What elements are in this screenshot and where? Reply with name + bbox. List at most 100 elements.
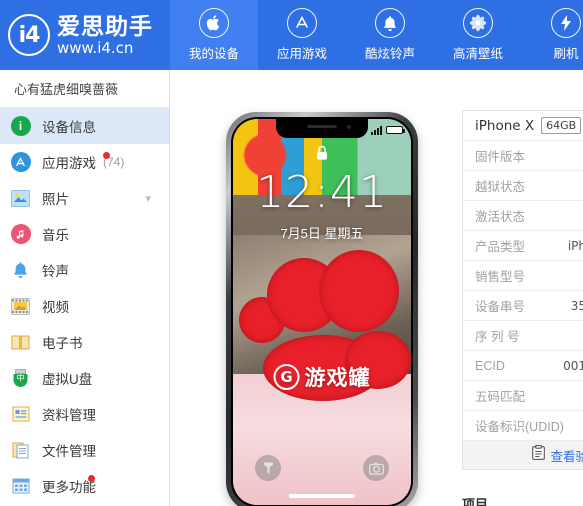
i4-logo-icon: i4 <box>8 14 50 56</box>
tab-flash[interactable]: 刷机 <box>522 0 583 70</box>
flashlight-icon[interactable] <box>255 455 281 481</box>
brand-name: 爱思助手 <box>57 14 153 38</box>
device-preview-area: 12:41 7月5日 星期五 G 游戏罐 <box>171 70 461 506</box>
brand-logo[interactable]: i4 爱思助手 www.i4.cn <box>0 0 170 70</box>
sidebar-nav-list: i 设备信息 应用游戏 (74) 照片 ▾ 音乐 铃声 视频 电子书 中 虚拟U… <box>0 108 169 504</box>
info-row-jailbreak: 越狱状态 <box>463 171 583 201</box>
camera-icon[interactable] <box>363 455 389 481</box>
sidebar-item-label: 应用游戏 <box>42 156 96 171</box>
device-info-panel: iPhone X 64GB 固件版本 越狱状态 激活状态 产品类型 iPh 销售… <box>462 110 583 470</box>
sidebar-device-name[interactable]: 心有猛虎细嗅蔷薇 <box>0 70 169 108</box>
chevron-down-icon[interactable]: ▾ <box>145 192 151 205</box>
brand-text: 爱思助手 www.i4.cn <box>57 15 153 56</box>
info-row-product-type: 产品类型 iPh <box>463 231 583 261</box>
verify-report-button[interactable]: 查看验 <box>463 441 583 469</box>
tab-my-device[interactable]: 我的设备 <box>170 0 258 70</box>
device-model: iPhone X <box>475 117 535 134</box>
info-key: 产品类型 <box>475 240 526 254</box>
sidebar-item-virtual-usb[interactable]: 中 虚拟U盘 <box>0 360 169 396</box>
sidebar-item-music[interactable]: 音乐 <box>0 216 169 252</box>
sidebar-item-apps-games[interactable]: 应用游戏 (74) <box>0 144 169 180</box>
sidebar-item-label: 视频 <box>42 300 69 315</box>
video-icon <box>10 296 31 317</box>
sidebar-item-label: 资料管理 <box>42 408 96 423</box>
app-header: i4 爱思助手 www.i4.cn 我的设备 应用游戏 酷炫铃声 高清壁纸 刷机 <box>0 0 583 70</box>
info-row-udid: 设备标识(UDID) <box>463 411 583 441</box>
phone-bezel: 12:41 7月5日 星期五 G 游戏罐 <box>231 117 413 506</box>
sidebar-item-data-management[interactable]: 资料管理 <box>0 396 169 432</box>
tab-ringtones[interactable]: 酷炫铃声 <box>346 0 434 70</box>
notification-dot <box>103 152 110 159</box>
section-heading-below: 项目... <box>462 497 499 506</box>
game-logo-icon: G <box>273 364 300 391</box>
usb-icon: 中 <box>10 368 31 389</box>
battery-icon <box>386 126 405 134</box>
sidebar-item-label: 照片 <box>42 192 69 207</box>
sidebar-item-label: 铃声 <box>42 264 69 279</box>
bell-icon <box>375 8 405 38</box>
watermark: G 游戏罐 <box>273 362 371 392</box>
lockscreen-clock: 12:41 7月5日 星期五 <box>233 171 411 242</box>
tab-label: 高清壁纸 <box>452 47 503 61</box>
tab-label: 应用游戏 <box>276 47 327 61</box>
capacity-badge: 64GB <box>541 117 582 134</box>
iphone-mockup[interactable]: 12:41 7月5日 星期五 G 游戏罐 <box>226 112 418 506</box>
tab-label: 刷机 <box>553 47 579 61</box>
apple-icon <box>199 8 229 38</box>
info-row-firmware: 固件版本 <box>463 141 583 171</box>
flower-icon <box>463 8 493 38</box>
info-key: 五码匹配 <box>475 390 526 404</box>
sidebar-item-videos[interactable]: 视频 <box>0 288 169 324</box>
signal-icon <box>371 125 382 135</box>
files-icon <box>10 440 31 461</box>
phone-screen[interactable]: 12:41 7月5日 星期五 G 游戏罐 <box>233 119 411 505</box>
svg-text:中: 中 <box>17 373 25 383</box>
info-row-five-code-match: 五码匹配 <box>463 381 583 411</box>
sidebar-item-label: 电子书 <box>42 336 83 351</box>
sidebar-item-label: 音乐 <box>42 228 69 243</box>
info-key: 序 列 号 <box>475 330 520 344</box>
app-window: i4 爱思助手 www.i4.cn 我的设备 应用游戏 酷炫铃声 高清壁纸 刷机… <box>0 0 583 506</box>
book-icon <box>10 332 31 353</box>
photo-icon <box>10 188 31 209</box>
info-key: 设备串号 <box>475 300 526 314</box>
lock-icon <box>316 145 329 166</box>
sidebar-item-label: 虚拟U盘 <box>42 372 93 387</box>
tab-label: 我的设备 <box>188 47 239 61</box>
status-bar <box>233 123 411 137</box>
device-title-row: iPhone X 64GB <box>463 111 583 141</box>
tab-apps-games[interactable]: 应用游戏 <box>258 0 346 70</box>
nav-tabs: 我的设备 应用游戏 酷炫铃声 高清壁纸 刷机 <box>170 0 583 70</box>
verify-report-label: 查看验 <box>550 449 583 464</box>
sidebar-item-ringtones[interactable]: 铃声 <box>0 252 169 288</box>
contacts-icon <box>10 404 31 425</box>
sidebar-item-ebooks[interactable]: 电子书 <box>0 324 169 360</box>
quick-actions <box>233 455 411 481</box>
censor-blob <box>319 250 399 333</box>
sidebar-item-device-info[interactable]: i 设备信息 <box>0 108 169 144</box>
flash-icon <box>551 8 581 38</box>
info-key: 激活状态 <box>475 210 526 224</box>
info-row-sales-model: 销售型号 <box>463 261 583 291</box>
info-row-ecid: ECID 001 <box>463 351 583 381</box>
info-row-serial: 序 列 号 <box>463 321 583 351</box>
sidebar-item-file-management[interactable]: 文件管理 <box>0 432 169 468</box>
info-key: 设备标识(UDID) <box>475 420 564 434</box>
watermark-text: 游戏罐 <box>304 367 371 391</box>
clock-date: 7月5日 星期五 <box>280 226 364 241</box>
sidebar-item-more-features[interactable]: 更多功能 <box>0 468 169 504</box>
tab-wallpapers[interactable]: 高清壁纸 <box>434 0 522 70</box>
appstore-icon <box>287 8 317 38</box>
sidebar: 心有猛虎细嗅蔷薇 i 设备信息 应用游戏 (74) 照片 ▾ 音乐 铃声 视频 … <box>0 70 170 506</box>
music-icon <box>10 224 31 245</box>
home-indicator[interactable] <box>289 494 355 498</box>
sidebar-item-photos[interactable]: 照片 ▾ <box>0 180 169 216</box>
sidebar-item-label: 文件管理 <box>42 444 96 459</box>
clipboard-icon <box>532 445 546 465</box>
info-value: iPh <box>567 238 583 253</box>
info-key: 固件版本 <box>475 150 526 164</box>
clock-time: 12:41 <box>256 167 388 218</box>
brand-url: www.i4.cn <box>57 38 134 57</box>
tab-label: 酷炫铃声 <box>364 47 415 61</box>
appstore-icon <box>10 152 31 173</box>
